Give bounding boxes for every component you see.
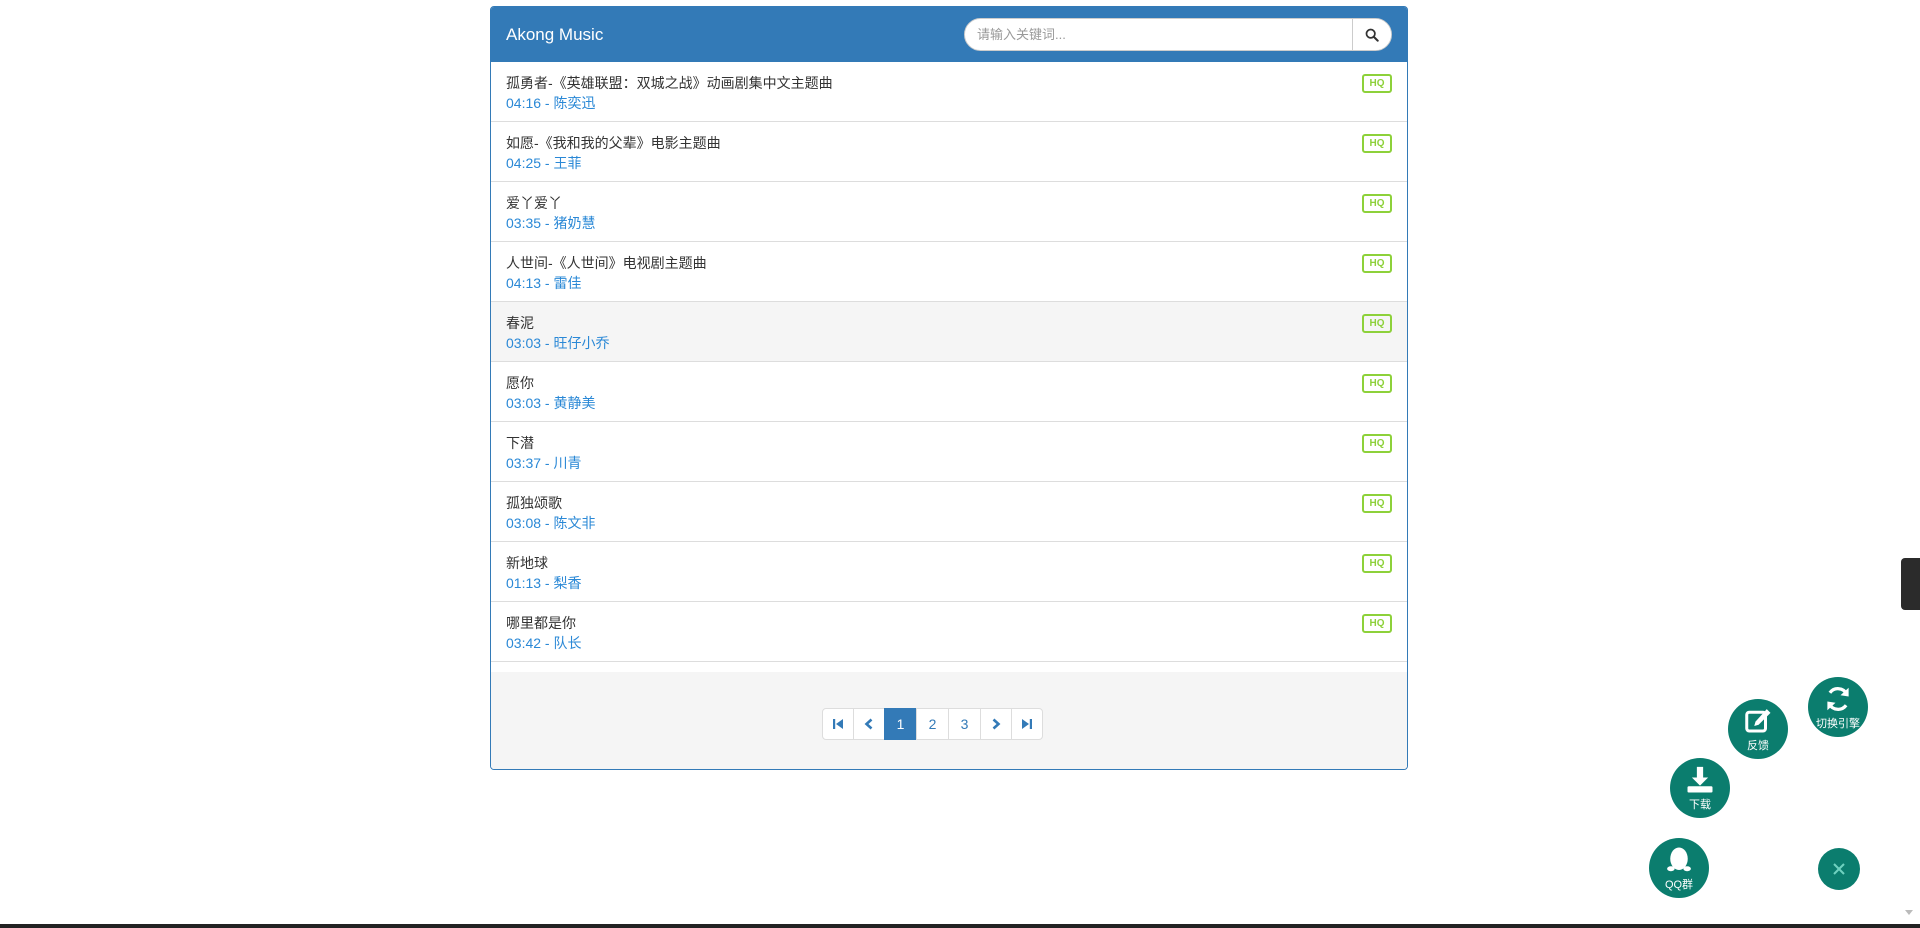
hq-badge: HQ (1362, 134, 1392, 153)
song-title: 春泥 (506, 315, 534, 331)
last-page-button[interactable] (1011, 708, 1043, 740)
scroll-down-arrow-icon[interactable] (1905, 910, 1913, 915)
song-meta: 03:03 - 旺仔小乔 (506, 335, 610, 351)
song-title: 如愿-《我和我的父辈》电影主题曲 (506, 135, 721, 151)
last-page-icon (1022, 719, 1032, 729)
song-meta: 03:37 - 川青 (506, 455, 582, 471)
qq-group-button[interactable]: QQ群 (1649, 838, 1709, 898)
hq-badge: HQ (1362, 374, 1392, 393)
brand-title[interactable]: Akong Music (506, 25, 603, 45)
song-title: 愿你 (506, 375, 534, 391)
song-title: 人世间-《人世间》电视剧主题曲 (506, 255, 707, 271)
feedback-label: 反馈 (1747, 739, 1769, 752)
song-title: 孤独颂歌 (506, 495, 562, 511)
song-row[interactable]: 爱丫爱丫 03:35 - 猪奶慧 HQ (491, 182, 1407, 242)
song-meta: 01:13 - 梨香 (506, 575, 582, 591)
hq-badge: HQ (1362, 194, 1392, 213)
qq-icon (1667, 847, 1691, 871)
page-1-button[interactable]: 1 (884, 708, 917, 740)
hq-badge: HQ (1362, 74, 1392, 93)
song-title: 孤勇者-《英雄联盟：双城之战》动画剧集中文主题曲 (506, 75, 833, 91)
song-meta: 03:08 - 陈文非 (506, 515, 596, 531)
switch-engine-button[interactable]: 切换引擎 (1808, 677, 1868, 737)
prev-page-button[interactable] (853, 708, 885, 740)
window-bottom-edge (0, 924, 1920, 928)
music-panel: Akong Music 孤勇者-《英雄联盟：双城之战》动画剧集中文主题曲 04:… (490, 6, 1408, 770)
next-page-button[interactable] (980, 708, 1012, 740)
download-icon (1687, 766, 1713, 792)
panel-footer: 1 2 3 (491, 672, 1407, 769)
song-row[interactable]: 哪里都是你 03:42 - 队长 HQ (491, 602, 1407, 662)
chevron-left-icon (864, 718, 873, 730)
song-meta: 03:42 - 队长 (506, 635, 582, 651)
song-row[interactable]: 下潜 03:37 - 川青 HQ (491, 422, 1407, 482)
song-meta: 04:13 - 雷佳 (506, 275, 582, 291)
song-row[interactable]: 愿你 03:03 - 黄静美 HQ (491, 362, 1407, 422)
hq-badge: HQ (1362, 434, 1392, 453)
switch-engine-label: 切换引擎 (1816, 717, 1860, 730)
page-3-button[interactable]: 3 (948, 708, 981, 740)
hq-badge: HQ (1362, 314, 1392, 333)
song-meta: 03:35 - 猪奶慧 (506, 215, 596, 231)
song-row[interactable]: 人世间-《人世间》电视剧主题曲 04:13 - 雷佳 HQ (491, 242, 1407, 302)
song-meta: 04:16 - 陈奕迅 (506, 95, 596, 111)
hq-badge: HQ (1362, 614, 1392, 633)
hq-badge: HQ (1362, 554, 1392, 573)
edit-icon (1745, 708, 1771, 732)
hq-badge: HQ (1362, 254, 1392, 273)
download-label: 下载 (1689, 798, 1711, 811)
song-title: 下潜 (506, 435, 534, 451)
download-button[interactable]: 下载 (1670, 758, 1730, 818)
page-2-button[interactable]: 2 (916, 708, 949, 740)
hq-badge: HQ (1362, 494, 1392, 513)
feedback-button[interactable]: 反馈 (1728, 699, 1788, 759)
song-meta: 04:25 - 王菲 (506, 155, 582, 171)
song-title: 哪里都是你 (506, 615, 576, 631)
song-row[interactable]: 孤独颂歌 03:08 - 陈文非 HQ (491, 482, 1407, 542)
song-row[interactable]: 新地球 01:13 - 梨香 HQ (491, 542, 1407, 602)
side-widget-handle[interactable] (1901, 558, 1920, 610)
close-icon (1833, 863, 1845, 875)
pagination: 1 2 3 (822, 708, 1043, 740)
song-row-hovered[interactable]: 春泥 03:03 - 旺仔小乔 HQ (491, 302, 1407, 362)
first-page-icon (833, 719, 843, 729)
close-menu-button[interactable] (1818, 848, 1860, 890)
song-meta: 03:03 - 黄静美 (506, 395, 596, 411)
song-list: 孤勇者-《英雄联盟：双城之战》动画剧集中文主题曲 04:16 - 陈奕迅 HQ … (491, 62, 1407, 662)
search-box (964, 18, 1392, 51)
search-input[interactable] (965, 19, 1352, 50)
search-icon (1365, 28, 1379, 42)
song-title: 爱丫爱丫 (506, 195, 562, 211)
chevron-right-icon (992, 718, 1001, 730)
song-row[interactable]: 孤勇者-《英雄联盟：双城之战》动画剧集中文主题曲 04:16 - 陈奕迅 HQ (491, 62, 1407, 122)
first-page-button[interactable] (822, 708, 854, 740)
song-title: 新地球 (506, 555, 548, 571)
song-row[interactable]: 如愿-《我和我的父辈》电影主题曲 04:25 - 王菲 HQ (491, 122, 1407, 182)
refresh-icon (1827, 686, 1849, 711)
qq-group-label: QQ群 (1664, 878, 1694, 891)
search-button[interactable] (1352, 19, 1391, 50)
panel-header: Akong Music (491, 7, 1407, 62)
